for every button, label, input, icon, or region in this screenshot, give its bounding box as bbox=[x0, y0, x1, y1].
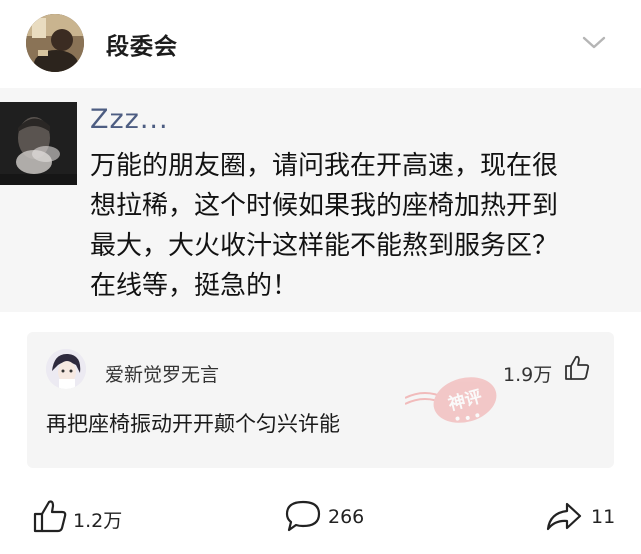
moment-text: 万能的朋友圈，请问我在开高速，现在很 想拉稀，这个时候如果我的座椅加热开到 最大… bbox=[90, 146, 635, 306]
post-page: 段委会 Zzz... 万能的朋友圈，请问我在开高速，现在很 想拉稀，这个时候如果… bbox=[0, 0, 641, 554]
commenter-name[interactable]: 爱新觉罗无言 bbox=[105, 360, 219, 387]
share-button[interactable]: 11 bbox=[545, 498, 625, 534]
post-header: 段委会 bbox=[0, 0, 641, 86]
commenter-avatar[interactable] bbox=[46, 349, 86, 389]
thumbs-up-icon[interactable] bbox=[564, 354, 590, 382]
action-bar: 1.2万 266 11 bbox=[0, 490, 641, 546]
comment-count: 266 bbox=[328, 506, 365, 528]
comment-like-count: 1.9万 bbox=[503, 364, 553, 386]
moment-avatar bbox=[0, 102, 77, 185]
comment-bubble-icon bbox=[285, 500, 321, 532]
moment-text-line: 万能的朋友圈，请问我在开高速，现在很 bbox=[90, 151, 559, 181]
like-count: 1.2万 bbox=[73, 510, 123, 532]
moment-text-line: 在线等，挺急的！ bbox=[90, 271, 299, 301]
embedded-moment-image[interactable]: Zzz... 万能的朋友圈，请问我在开高速，现在很 想拉稀，这个时候如果我的座椅… bbox=[0, 88, 641, 312]
hot-comment-stamp: 神评 bbox=[404, 368, 505, 438]
thumbs-up-icon bbox=[33, 500, 67, 533]
moment-text-line: 最大，大火收汁这样能不能熬到服务区？ bbox=[90, 231, 559, 261]
share-count: 11 bbox=[591, 506, 616, 528]
like-button[interactable]: 1.2万 bbox=[32, 498, 132, 534]
moment-text-line: 想拉稀，这个时候如果我的座椅加热开到 bbox=[90, 191, 559, 221]
comment-button[interactable]: 266 bbox=[284, 498, 374, 534]
hot-comment[interactable]: 爱新觉罗无言 神评 1.9万 再把座椅振动开开颠个匀兴许能 bbox=[27, 332, 614, 468]
comment-text: 再把座椅振动开开颠个匀兴许能 bbox=[46, 412, 340, 436]
author-name[interactable]: 段委会 bbox=[106, 27, 178, 61]
share-arrow-icon bbox=[546, 502, 582, 531]
moment-username: Zzz... bbox=[90, 104, 169, 135]
chevron-down-icon[interactable] bbox=[580, 32, 608, 52]
author-avatar[interactable] bbox=[26, 14, 84, 72]
